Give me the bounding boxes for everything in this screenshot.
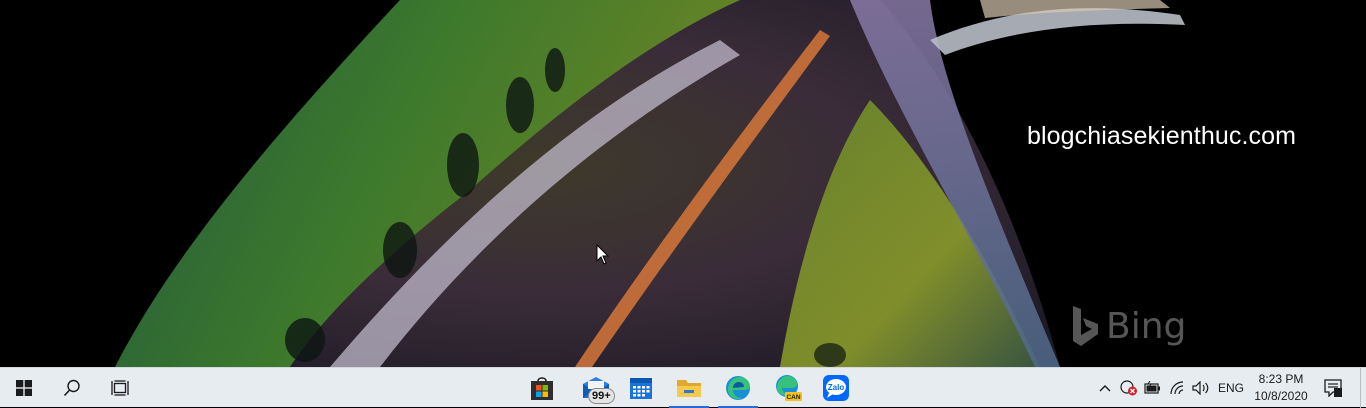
- taskbar-app-store[interactable]: [518, 368, 566, 408]
- zalo-label: Zalo: [828, 383, 845, 392]
- language-indicator: ENG: [1217, 381, 1244, 395]
- mail-unread-badge: 99+: [588, 388, 615, 404]
- wifi-icon: [1170, 381, 1184, 395]
- search-icon: [63, 379, 80, 397]
- mouse-cursor-icon: [596, 244, 610, 265]
- battery-charging-icon: [1144, 381, 1160, 394]
- tray-battery[interactable]: [1142, 368, 1164, 408]
- windows-logo-icon: [16, 380, 32, 396]
- task-view-icon: [111, 380, 129, 396]
- tray-volume[interactable]: [1190, 368, 1212, 408]
- zalo-icon: Zalo: [823, 375, 849, 401]
- taskbar-app-edge-canary[interactable]: CAN: [764, 368, 812, 408]
- task-view-button[interactable]: [96, 368, 144, 408]
- clock-date: 10/8/2020: [1254, 389, 1308, 403]
- chevron-up-icon: [1099, 385, 1111, 392]
- action-center-button[interactable]: [1318, 368, 1348, 408]
- tray-network-disconnected[interactable]: [1118, 368, 1140, 408]
- taskbar-app-calendar[interactable]: [617, 368, 665, 408]
- show-hidden-icons-button[interactable]: [1096, 368, 1114, 408]
- desktop: blogchiasekienthuc.com Bing: [0, 0, 1366, 367]
- edge-canary-label: CAN: [786, 394, 800, 401]
- taskbar-app-edge[interactable]: [714, 368, 762, 408]
- calendar-icon: [630, 378, 652, 399]
- speaker-icon: [1192, 381, 1209, 395]
- tray-wifi[interactable]: [1166, 368, 1188, 408]
- taskbar-app-zalo[interactable]: Zalo: [812, 368, 860, 408]
- taskbar: 99+ CAN Zalo ENG 8:23 PM 10/8/2020: [0, 367, 1366, 408]
- search-button[interactable]: [48, 368, 96, 408]
- clock-button[interactable]: 8:23 PM 10/8/2020: [1250, 368, 1312, 408]
- store-icon: [531, 377, 553, 400]
- edge-canary-icon: CAN: [776, 375, 802, 401]
- bing-logo-text: Bing: [1106, 305, 1187, 347]
- taskbar-app-mail[interactable]: 99+: [572, 368, 620, 408]
- folder-icon: [677, 380, 701, 397]
- input-language-button[interactable]: ENG: [1214, 368, 1248, 408]
- clock-time: 8:23 PM: [1258, 372, 1304, 386]
- watermark-text: blogchiasekienthuc.com: [1027, 122, 1297, 150]
- bing-logo: Bing: [1070, 300, 1186, 352]
- notification-icon: [1324, 379, 1342, 397]
- show-desktop-button[interactable]: [1360, 368, 1366, 408]
- bing-b-icon: [1073, 306, 1098, 346]
- edge-icon: [726, 376, 750, 400]
- taskbar-app-file-explorer[interactable]: [665, 368, 713, 408]
- start-button[interactable]: [0, 368, 48, 408]
- network-error-icon: [1120, 380, 1137, 396]
